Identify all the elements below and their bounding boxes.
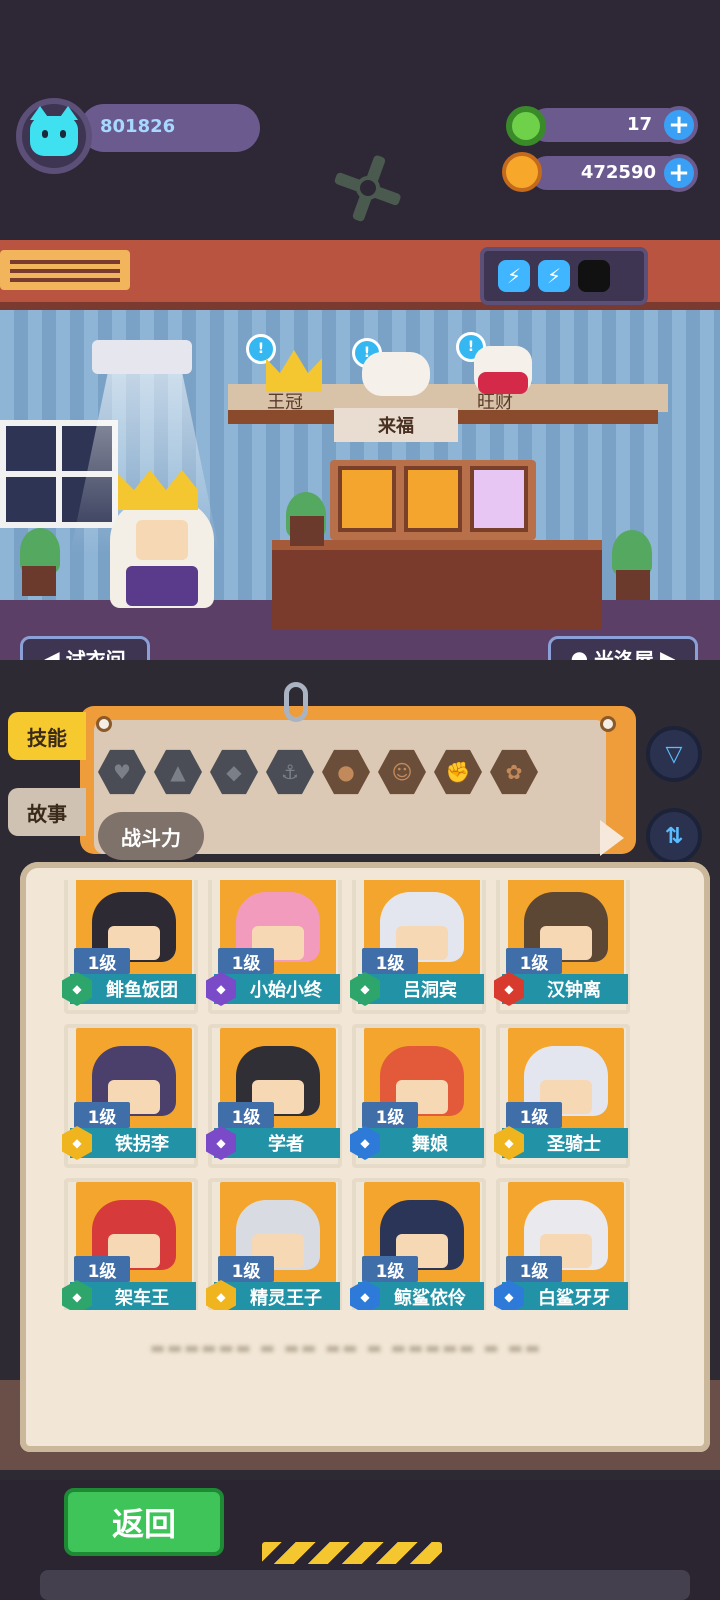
tab-story[interactable]: 故事	[8, 788, 86, 836]
hero-level: 1级	[362, 1102, 418, 1128]
energy-meter: ⚡ ⚡	[480, 247, 648, 305]
info-bubble-icon[interactable]: !	[246, 334, 276, 364]
portrait-frame[interactable]	[404, 466, 462, 532]
vent-grille	[10, 260, 120, 282]
fan-icon	[330, 150, 406, 226]
laifu-dog-icon[interactable]	[362, 352, 430, 396]
hero-card[interactable]: 1级 舞娘 ◆	[350, 1024, 486, 1168]
player-id: 801826	[100, 116, 176, 137]
add-coins-button[interactable]: +	[660, 154, 698, 192]
plant-pot	[290, 516, 324, 546]
panel-arrow-icon	[600, 820, 624, 856]
hero-level: 1级	[74, 1102, 130, 1128]
hero-card[interactable]: 1级 小始小终 ◆	[206, 880, 342, 1014]
hero-card[interactable]: 1级 圣骑士 ◆	[494, 1024, 630, 1168]
back-button[interactable]: 返回	[64, 1488, 224, 1556]
sort-order-button[interactable]: ⇅	[646, 808, 702, 864]
hazard-stripe	[262, 1542, 442, 1564]
hero-card[interactable]: 1级 学者 ◆	[206, 1024, 342, 1168]
hero-card[interactable]: 1级 白鲨牙牙 ◆	[494, 1178, 630, 1310]
coin-value: 472590	[580, 162, 656, 183]
hero-level: 1级	[74, 948, 130, 974]
hero-level: 1级	[362, 948, 418, 974]
king-robe	[126, 566, 198, 606]
tab-skills[interactable]: 技能	[8, 712, 86, 760]
desk	[272, 540, 602, 630]
hero-level: 1级	[506, 1256, 562, 1282]
hero-card[interactable]: 1级 吕洞宾 ◆	[350, 880, 486, 1014]
energy-empty-slot	[578, 260, 610, 292]
hero-level: 1级	[506, 1102, 562, 1128]
portrait-frame[interactable]	[470, 466, 528, 532]
hero-card[interactable]: 1级 精灵王子 ◆	[206, 1178, 342, 1310]
paperclip-icon	[284, 682, 308, 722]
panel-rivet	[96, 716, 112, 732]
hero-level: 1级	[506, 948, 562, 974]
bottom-pipe	[40, 1570, 690, 1600]
filter-funnel-button[interactable]: ▽	[646, 726, 702, 782]
hero-level: 1级	[218, 948, 274, 974]
plant-pot	[616, 570, 650, 600]
hero-grid: 1级 鲱鱼饭团 ◆ 1级 小始小终 ◆ 1级 吕洞宾 ◆ 1级 汉钟离 ◆ 1级 铁拐李 ◆ 1级 学者 ◆ 1级舞…	[60, 880, 646, 1310]
hero-level: 1级	[218, 1102, 274, 1128]
hero-card[interactable]: 1级 铁拐李 ◆	[62, 1024, 198, 1168]
add-gems-button[interactable]: +	[660, 106, 698, 144]
energy-bolt-icon: ⚡	[538, 260, 570, 292]
portrait-frame[interactable]	[338, 466, 396, 532]
wangcai-dog-body	[478, 372, 528, 394]
hero-card[interactable]: 1级 架车王 ◆	[62, 1178, 198, 1310]
gem-value: 17	[626, 114, 652, 135]
plant-pot	[22, 566, 56, 596]
hero-level: 1级	[74, 1256, 130, 1282]
hero-level: 1级	[218, 1256, 274, 1282]
hero-card[interactable]: 1级 鲱鱼饭团 ◆	[62, 880, 198, 1014]
energy-bolt-icon: ⚡	[498, 260, 530, 292]
ceiling-lamp	[92, 340, 192, 374]
book-footer-text: ▬▬▬▬▬▬ ▬ ▬▬ ▬▬ ▬ ▬▬▬▬▬ ▬ ▬▬	[150, 1338, 542, 1357]
panel-rivet	[600, 716, 616, 732]
avatar[interactable]	[16, 98, 92, 174]
cat-avatar-icon	[30, 106, 78, 156]
hero-card[interactable]: 1级 汉钟离 ◆	[494, 880, 630, 1014]
pet-label-laifu[interactable]: 来福	[334, 408, 458, 442]
hero-level: 1级	[362, 1256, 418, 1282]
sort-power-button[interactable]: 战斗力	[98, 812, 204, 860]
king-face	[136, 520, 188, 560]
hero-card[interactable]: 1级 鲸鲨依伶 ◆	[350, 1178, 486, 1310]
